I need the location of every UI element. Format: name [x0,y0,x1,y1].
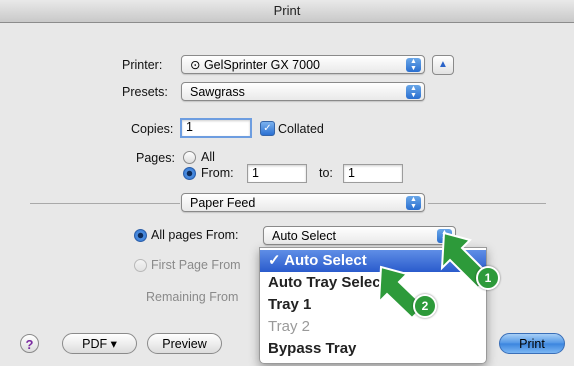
callout-1: 1 [476,266,500,290]
annotation-overlay [377,231,492,320]
callout-2: 2 [413,294,437,318]
